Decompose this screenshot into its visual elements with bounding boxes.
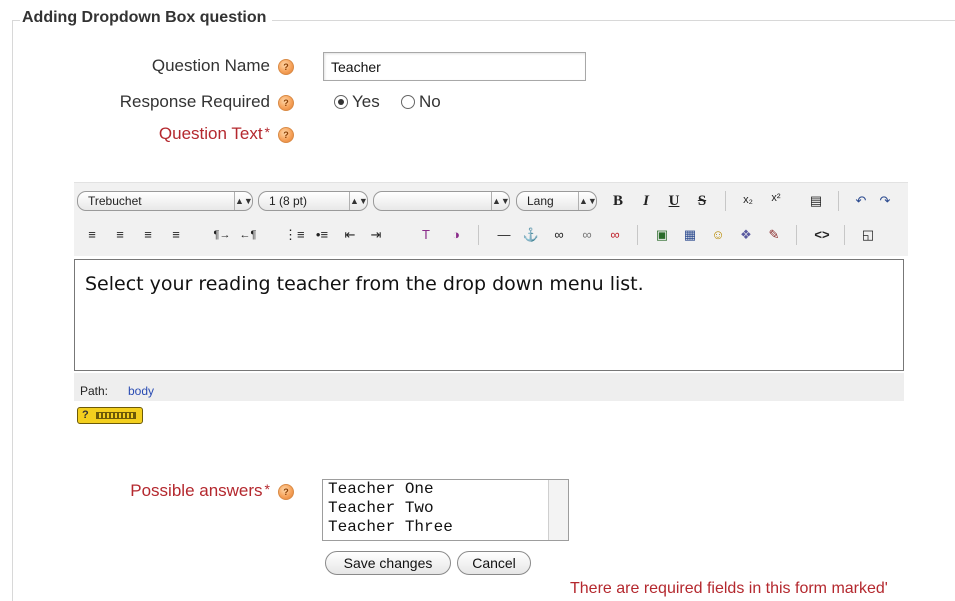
path-label: Path:	[80, 384, 109, 398]
cancel-button[interactable]: Cancel	[457, 551, 531, 575]
chevron-updown-icon: ▲▼	[234, 192, 253, 210]
toolbar-separator	[637, 225, 638, 245]
lang-select[interactable]: Lang ▲▼	[516, 191, 597, 211]
question-name-label: Question Name	[151, 56, 270, 75]
superscript-button[interactable]: x²	[766, 188, 786, 208]
keyboard-help-label: ?	[82, 409, 89, 421]
help-icon[interactable]: ?	[278, 484, 294, 500]
ordered-list-icon[interactable]: ⋮≡	[284, 225, 305, 245]
fullscreen-icon[interactable]: ◱	[858, 225, 878, 245]
unlink-icon[interactable]: ∞	[577, 225, 597, 245]
background-color-icon[interactable]: ◑	[446, 225, 466, 245]
text-color-icon[interactable]: T	[416, 225, 436, 245]
nolink-icon[interactable]: ∞	[605, 225, 625, 245]
help-icon[interactable]: ?	[278, 59, 294, 75]
indent-icon[interactable]: ⇥	[366, 225, 386, 245]
search-replace-icon[interactable]: ✎	[764, 225, 784, 245]
response-required-yes-radio[interactable]	[334, 95, 348, 109]
subscript-button[interactable]: x₂	[738, 190, 758, 210]
ltr-icon[interactable]: ¶→	[212, 225, 232, 245]
link-icon[interactable]: ∞	[549, 225, 569, 245]
lang-value: Lang	[527, 194, 554, 208]
question-name-input[interactable]	[323, 52, 586, 81]
italic-button[interactable]: I	[636, 191, 656, 211]
paste-icon[interactable]: ▤	[806, 191, 826, 211]
form-legend: Adding Dropdown Box question	[20, 9, 273, 27]
unordered-list-icon[interactable]: •≡	[312, 225, 332, 245]
required-fields-notice: There are required fields in this form m…	[570, 580, 888, 597]
response-required-no-radio[interactable]	[401, 95, 415, 109]
chevron-updown-icon: ▲▼	[349, 192, 368, 210]
path-body-link[interactable]: body	[128, 384, 154, 398]
question-text-label: Question Text *	[60, 124, 270, 144]
outdent-icon[interactable]: ⇤	[340, 225, 360, 245]
align-justify-icon[interactable]: ≡	[166, 225, 186, 245]
question-text-content[interactable]: Select your reading teacher from the dro…	[85, 273, 644, 295]
fieldset-border-left	[12, 20, 13, 601]
format-select[interactable]: ▲▼	[373, 191, 510, 211]
toolbar-separator	[844, 225, 845, 245]
font-family-select[interactable]: Trebuchet ▲▼	[77, 191, 253, 211]
chevron-updown-icon: ▲▼	[491, 192, 510, 210]
required-star: *	[264, 481, 270, 497]
response-required-yes-label[interactable]: Yes	[352, 92, 380, 112]
horizontal-rule-icon[interactable]: —	[494, 225, 514, 245]
smiley-icon[interactable]: ☺	[708, 225, 728, 245]
answer-item[interactable]: Teacher One	[323, 480, 568, 499]
undo-icon[interactable]: ↶	[851, 191, 871, 211]
font-size-value: 1 (8 pt)	[269, 194, 308, 208]
answer-item[interactable]: Teacher Two	[323, 499, 568, 518]
toolbar-separator	[478, 225, 479, 245]
font-size-select[interactable]: 1 (8 pt) ▲▼	[258, 191, 368, 211]
toolbar-separator	[725, 191, 726, 211]
insert-table-icon[interactable]: ▦	[680, 225, 700, 245]
help-icon[interactable]: ?	[278, 95, 294, 111]
toolbar-separator	[796, 225, 797, 245]
save-changes-button[interactable]: Save changes	[325, 551, 451, 575]
font-family-value: Trebuchet	[88, 194, 142, 208]
anchor-icon[interactable]: ⚓	[521, 225, 541, 245]
response-required-no-label[interactable]: No	[419, 92, 441, 112]
question-text-label-text: Question Text	[158, 124, 263, 143]
possible-answers-label-text: Possible answers	[130, 481, 263, 500]
answer-item[interactable]: Teacher Three	[323, 518, 568, 537]
insert-image-icon[interactable]: ▣	[652, 225, 672, 245]
rtl-icon[interactable]: ←¶	[238, 225, 258, 245]
chevron-updown-icon: ▲▼	[578, 192, 597, 210]
possible-answers-label: Possible answers *	[60, 481, 270, 501]
help-icon[interactable]: ?	[278, 127, 294, 143]
underline-button[interactable]: U	[664, 191, 684, 211]
keyboard-help-button[interactable]: ?	[77, 407, 143, 424]
possible-answers-textarea[interactable]: Teacher One Teacher Two Teacher Three	[322, 479, 569, 541]
special-char-icon[interactable]: ❖	[736, 225, 756, 245]
html-source-icon[interactable]: <>	[812, 225, 832, 245]
strikethrough-button[interactable]: S	[692, 191, 712, 211]
align-right-icon[interactable]: ≡	[138, 225, 158, 245]
required-star: *	[264, 124, 270, 140]
response-required-label: Response Required	[119, 92, 270, 111]
editor-pathbar	[74, 373, 904, 401]
align-left-icon[interactable]: ≡	[82, 225, 102, 245]
toolbar-separator	[838, 191, 839, 211]
textarea-scrollbar[interactable]	[548, 480, 568, 540]
keyboard-icon	[95, 411, 136, 419]
align-center-icon[interactable]: ≡	[110, 225, 130, 245]
redo-icon[interactable]: ↷	[875, 191, 895, 211]
bold-button[interactable]: B	[608, 191, 628, 211]
